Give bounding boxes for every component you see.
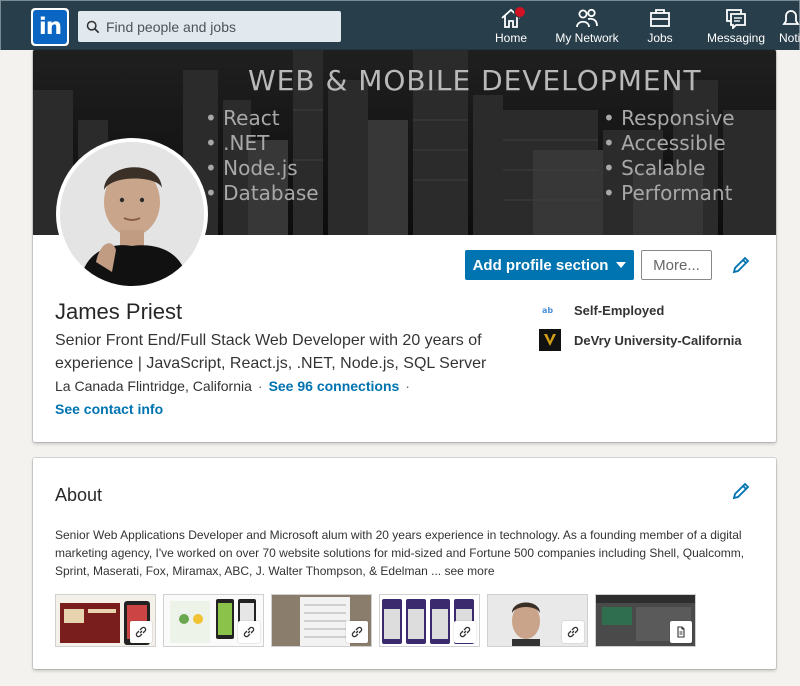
nav-messaging[interactable]: Messaging [707, 7, 765, 49]
linkedin-logo-icon: in [33, 10, 67, 44]
about-text: Senior Web Applications Developer and Mi… [55, 528, 745, 578]
link-icon [454, 621, 476, 643]
nav-home[interactable]: Home [495, 6, 528, 49]
more-button[interactable]: More... [641, 250, 712, 280]
experience-item-devry[interactable]: DeVry University-California [539, 328, 742, 352]
media-thumbnail[interactable] [163, 594, 264, 647]
media-thumbnail[interactable] [379, 594, 480, 647]
about-card: About Senior Web Applications Developer … [33, 458, 776, 669]
media-thumbnail[interactable] [55, 594, 156, 647]
devry-logo-icon [539, 329, 561, 351]
media-thumbnail[interactable] [595, 594, 696, 647]
profile-name: James Priest [55, 299, 183, 324]
about-summary: Senior Web Applications Developer and Mi… [55, 526, 755, 580]
location-line: La Canada Flintridge, California · See 96 … [55, 378, 416, 394]
nav-jobs-label: Jobs [647, 31, 673, 45]
nav-my-network[interactable]: My Network [552, 7, 622, 49]
banner-quality-item: Responsive [603, 106, 734, 131]
media-thumbnail[interactable] [487, 594, 588, 647]
nav-notifications[interactable]: Noti [779, 7, 800, 49]
banner-tech-item: React [205, 106, 319, 131]
avatar-image [60, 142, 204, 286]
profile-location: La Canada Flintridge, California [55, 378, 252, 394]
link-icon [238, 621, 260, 643]
separator: · [405, 378, 410, 394]
profile-headline: Senior Front End/Full Stack Web Develope… [55, 332, 487, 372]
top-nav: in Home My Network Jobs Messaging Noti [0, 0, 800, 50]
search-box[interactable] [78, 11, 341, 42]
nav-messaging-label: Messaging [707, 31, 766, 45]
linkedin-logo[interactable]: in [31, 8, 69, 46]
connections-link[interactable]: See 96 connections [269, 378, 400, 394]
media-thumbnails [55, 594, 696, 647]
notification-badge [514, 6, 526, 18]
add-profile-section-button[interactable]: Add profile section [465, 250, 634, 280]
banner-tech-item: .NET [205, 131, 319, 156]
svg-text:ab: ab [542, 306, 553, 315]
link-icon [562, 621, 584, 643]
document-icon [670, 621, 692, 643]
banner-tech-item: Database [205, 181, 318, 206]
company-icon: ab [539, 299, 561, 321]
link-icon [346, 621, 368, 643]
banner-tech-list: React .NET Node.js Database [205, 106, 319, 206]
caret-down-icon [616, 262, 627, 268]
nav-jobs[interactable]: Jobs [645, 7, 675, 49]
banner-quality-item: Performant [603, 181, 735, 206]
banner-quality-item: Accessible [603, 131, 735, 156]
banner-title: WEB & MOBILE DEVELOPMENT [248, 64, 702, 97]
experience-item-self-employed[interactable]: ab Self-Employed [539, 298, 664, 322]
nav-home-label: Home [495, 31, 528, 45]
add-profile-section-label: Add profile section [472, 256, 609, 274]
nav-my-network-label: My Network [555, 31, 619, 45]
messaging-icon [726, 9, 746, 29]
briefcase-icon [650, 9, 670, 27]
about-heading: About [55, 485, 103, 505]
edit-pencil-icon[interactable] [731, 481, 751, 501]
education-label: DeVry University-California [574, 332, 742, 348]
experience-label: Self-Employed [574, 302, 665, 318]
profile-card: WEB & MOBILE DEVELOPMENT React .NET Node… [33, 50, 776, 442]
media-thumbnail[interactable] [271, 594, 372, 647]
contact-info-link[interactable]: See contact info [55, 401, 163, 417]
see-more-link[interactable]: see more [444, 564, 494, 578]
profile-photo[interactable] [56, 138, 208, 290]
banner-tech-item: Node.js [205, 156, 319, 181]
link-icon [130, 621, 152, 643]
search-input[interactable] [106, 18, 336, 35]
separator: · [257, 378, 263, 394]
banner-quality-item: Scalable [603, 156, 735, 181]
network-icon [576, 8, 598, 28]
search-icon [86, 20, 100, 33]
banner-quality-list: Responsive Accessible Scalable Performan… [603, 106, 735, 206]
edit-pencil-icon[interactable] [731, 255, 751, 275]
nav-notifications-label: Noti [779, 31, 800, 45]
bell-icon [782, 10, 800, 25]
